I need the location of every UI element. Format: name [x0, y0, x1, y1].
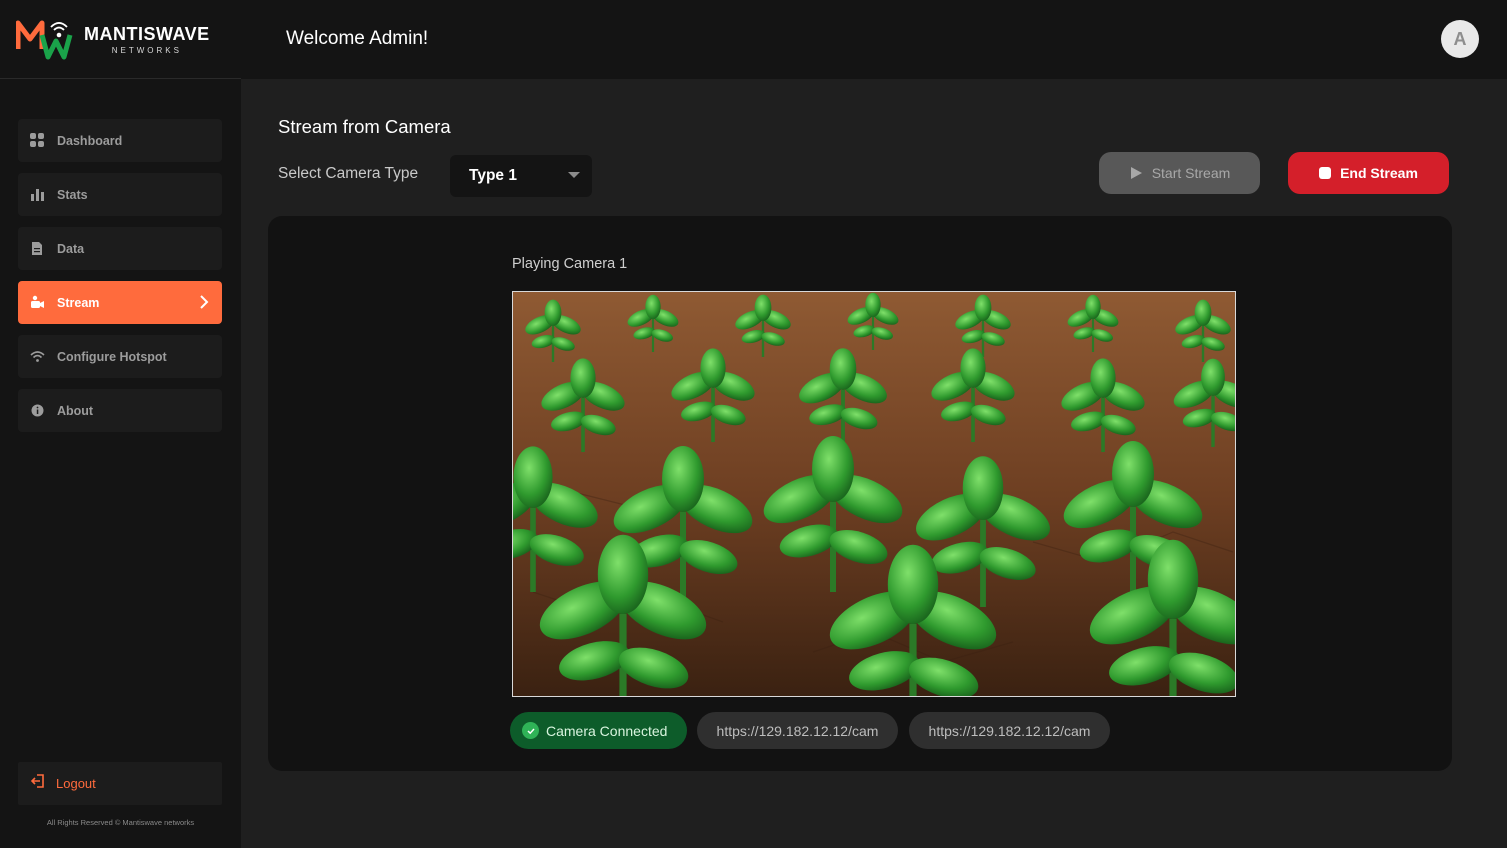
avatar[interactable]: A	[1441, 20, 1479, 58]
top-bar: Welcome Admin! A	[241, 0, 1507, 79]
play-icon	[1129, 166, 1143, 180]
sidebar-item-label: Data	[57, 241, 85, 256]
stop-icon	[1319, 167, 1332, 179]
logout-icon	[30, 773, 46, 794]
chevron-right-icon	[196, 294, 212, 310]
check-icon	[522, 722, 539, 739]
camera-status-badge: Camera Connected	[510, 712, 687, 749]
sidebar-item-label: Dashboard	[57, 133, 123, 148]
sidebar: MANTISWAVE NETWORKS Dashboard Stats Data	[0, 0, 241, 848]
sidebar-item-stream[interactable]: Stream	[18, 281, 222, 324]
sidebar-nav: Dashboard Stats Data Stream Configure Ho…	[18, 119, 222, 443]
wifi-icon	[30, 349, 45, 364]
sidebar-item-label: Configure Hotspot	[57, 349, 167, 364]
end-stream-button[interactable]: End Stream	[1288, 152, 1449, 194]
stream-url-2: https://129.182.12.12/cam	[928, 722, 1091, 739]
stream-url-chip-1[interactable]: https://129.182.12.12/cam	[697, 712, 898, 749]
camera-icon	[30, 295, 45, 310]
logout-label: Logout	[56, 776, 96, 791]
sidebar-item-label: Stats	[57, 187, 88, 202]
logout-button[interactable]: Logout	[18, 762, 222, 805]
camera-type-select[interactable]: Type 1	[450, 155, 592, 197]
welcome-message: Welcome Admin!	[286, 28, 429, 49]
logo[interactable]: MANTISWAVE NETWORKS	[0, 0, 241, 79]
logo-brand: MANTISWAVE	[84, 23, 210, 44]
logo-sub: NETWORKS	[111, 45, 182, 55]
start-stream-button[interactable]: Start Stream	[1099, 152, 1260, 194]
camera-video-feed[interactable]	[512, 291, 1236, 697]
page-title: Stream from Camera	[278, 116, 451, 137]
end-stream-label: End Stream	[1340, 165, 1418, 181]
stream-url-1: https://129.182.12.12/cam	[716, 722, 879, 739]
document-icon	[30, 241, 45, 256]
caret-down-icon	[568, 172, 580, 178]
stream-url-chip-2[interactable]: https://129.182.12.12/cam	[909, 712, 1110, 749]
sidebar-item-dashboard[interactable]: Dashboard	[18, 119, 222, 162]
playing-label: Playing Camera 1	[512, 256, 628, 272]
seedlings-image	[513, 292, 1235, 696]
sidebar-item-label: Stream	[57, 295, 100, 310]
camera-status-label: Camera Connected	[546, 722, 668, 739]
start-stream-label: Start Stream	[1151, 165, 1231, 181]
grid-icon	[30, 133, 45, 148]
logo-mark-icon	[15, 17, 80, 61]
bar-chart-icon	[30, 187, 45, 202]
info-icon	[30, 403, 45, 418]
sidebar-item-data[interactable]: Data	[18, 227, 222, 270]
sidebar-item-label: About	[57, 403, 94, 418]
sidebar-item-about[interactable]: About	[18, 389, 222, 432]
copyright-text: All Rights Reserved © Mantiswave network…	[46, 818, 195, 827]
sidebar-item-stats[interactable]: Stats	[18, 173, 222, 216]
camera-type-value: Type 1	[469, 167, 517, 184]
camera-type-label: Select Camera Type	[278, 165, 419, 182]
sidebar-item-configure-hotspot[interactable]: Configure Hotspot	[18, 335, 222, 378]
